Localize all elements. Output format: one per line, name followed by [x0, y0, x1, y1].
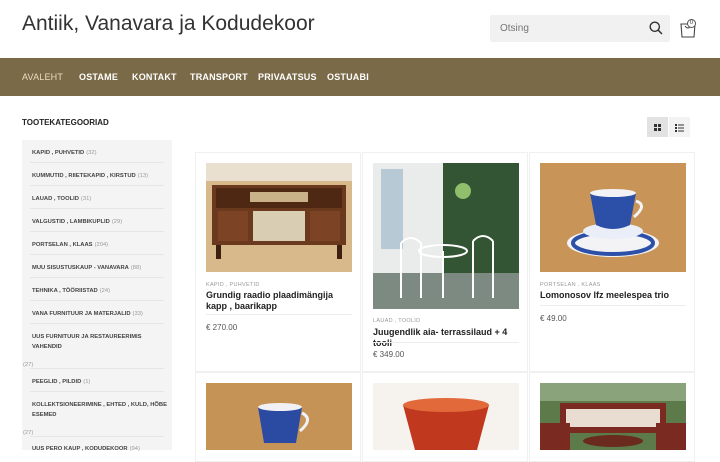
product-category[interactable]: PORTSELAN , KLAAS — [540, 282, 601, 288]
divider — [540, 305, 686, 306]
nav-item-avaleht[interactable]: AVALEHT — [22, 72, 63, 82]
product-title[interactable]: Juugendlik aia- terrassilaud + 4 tooli — [373, 327, 523, 348]
category-label: MUU SISUSTUSKAUP - VANAVARA — [32, 265, 129, 271]
category-label: UUS PERO KAUP , KODUDEKOOR — [32, 446, 128, 452]
category-label: TEHNIKA , TÖÖRIISTAD — [32, 288, 98, 294]
divider — [30, 277, 164, 278]
garden-set-photo — [373, 163, 519, 309]
divider — [30, 323, 164, 324]
category-label: LAUAD , TOOLID — [32, 196, 79, 202]
category-label: VALGUSTID , LAMBIKUPLID — [32, 219, 110, 225]
category-count: (27) — [23, 430, 34, 436]
divider — [30, 300, 164, 301]
divider — [30, 185, 164, 186]
product-image-teacup[interactable] — [206, 383, 352, 450]
category-count: (32) — [86, 150, 97, 156]
product-image-tea-trio[interactable] — [540, 163, 686, 272]
category-count: (1) — [83, 379, 91, 385]
divider — [30, 231, 164, 232]
grid-icon — [654, 124, 661, 131]
category-count: (29) — [111, 219, 123, 225]
product-category[interactable]: KAPID , PUHVETID — [206, 282, 260, 288]
category-sidebar: KAPID , PUHVETID (32) KUMMUTID , RIIETEKA… — [22, 140, 172, 452]
search-icon[interactable] — [649, 21, 663, 35]
tea-trio-photo — [540, 163, 686, 272]
divider — [30, 162, 164, 163]
sidebar-item-kummutid[interactable]: KUMMUTID , RIIETEKAPID , KIRSTUD (13) — [32, 173, 148, 179]
glass-bowl-photo — [373, 383, 519, 450]
sidebar-item-peeglid[interactable]: PEEGLID , PILDID (1) — [32, 379, 90, 385]
categories-heading: TOOTEKATEGOORIAD — [22, 118, 109, 127]
category-label: KAPID , PUHVETID — [32, 150, 85, 156]
divider — [30, 208, 164, 209]
sidebar-item-tehnika[interactable]: TEHNIKA , TÖÖRIISTAD (24) — [32, 288, 110, 294]
category-count: (13) — [137, 173, 149, 179]
sidebar-item-uus-furnituur[interactable]: UUS FURNITUUR JA RESTAUREERIMIS — [32, 334, 142, 340]
radio-cabinet-photo — [206, 163, 352, 272]
category-label: KUMMUTID , RIIETEKAPID , KIRSTUD — [32, 173, 136, 179]
nav-item-privaatsus[interactable]: PRIVAATSUS — [258, 72, 317, 82]
sidebar-item-muu-sisustuskaup[interactable]: MUU SISUSTUSKAUP - VANAVARA (88) — [32, 265, 141, 271]
site-title[interactable]: Antiik, Vanavara ja Kodudekoor — [22, 12, 315, 36]
product-image-garden-set[interactable] — [373, 163, 519, 309]
category-count: (88) — [130, 265, 142, 271]
divider — [30, 254, 164, 255]
category-count: (33) — [132, 311, 143, 317]
main-nav: AVALEHT OSTAME KONTAKT TRANSPORT PRIVAAT… — [0, 58, 720, 96]
product-price: € 49.00 — [540, 314, 567, 323]
sidebar-item-vana-furnituur[interactable]: VANA FURNITUUR JA MATERJALID (33) — [32, 311, 143, 317]
divider — [30, 436, 164, 437]
nav-item-ostuabi[interactable]: OSTUABI — [327, 72, 369, 82]
divider — [30, 368, 164, 369]
list-view-button[interactable] — [669, 117, 690, 137]
product-image-red-glass-bowl[interactable] — [373, 383, 519, 450]
sidebar-item-uus-furnituur-line2[interactable]: VAHENDID — [32, 344, 62, 350]
category-count: (94) — [129, 446, 140, 452]
category-label: PORTSELAN , KLAAS — [32, 242, 93, 248]
grid-view-button[interactable] — [647, 117, 668, 137]
divider — [206, 314, 352, 315]
category-label: PEEGLID , PILDID — [32, 379, 82, 385]
category-count: (24) — [99, 288, 111, 294]
site-header: Antiik, Vanavara ja Kodudekoor 0 — [0, 0, 720, 58]
category-label: UUS FURNITUUR JA RESTAUREERIMIS — [32, 334, 142, 340]
sidebar-item-kapid[interactable]: KAPID , PUHVETID (32) — [32, 150, 97, 156]
sidebar-item-portselan[interactable]: PORTSELAN , KLAAS (204) — [32, 242, 108, 248]
divider — [373, 342, 519, 343]
cart-count-badge: 0 — [687, 19, 696, 28]
divider — [30, 391, 164, 392]
category-label: KOLLEKTSIONEERIMINE , EHTED , KULD, HÕBE — [32, 402, 167, 408]
category-label: VANA FURNITUUR JA MATERJALID — [32, 311, 131, 317]
product-price: € 270.00 — [206, 323, 238, 332]
search-input[interactable] — [490, 15, 640, 42]
sidebar-item-valgustid[interactable]: VALGUSTID , LAMBIKUPLID (29) — [32, 219, 122, 225]
sidebar-item-kollektsioneerimine[interactable]: KOLLEKTSIONEERIMINE , EHTED , KULD, HÕBE — [32, 402, 167, 408]
sidebar-item-lauad[interactable]: LAUAD , TOOLID (31) — [32, 196, 91, 202]
category-count: (31) — [80, 196, 92, 202]
nav-item-kontakt[interactable]: KONTAKT — [132, 72, 177, 82]
sidebar-item-kollektsioneerimine-line2[interactable]: ESEMED — [32, 412, 56, 418]
product-image-radio-cabinet[interactable] — [206, 163, 352, 272]
list-icon — [675, 124, 684, 132]
teacup-photo — [206, 383, 352, 450]
product-price: € 349.00 — [373, 350, 405, 359]
search-box — [490, 15, 670, 42]
product-title[interactable]: Grundig raadio plaadimängija kapp , baar… — [206, 290, 356, 311]
category-count: (27) — [23, 362, 34, 368]
sidebar-item-uus-pero-kaup[interactable]: UUS PERO KAUP , KODUDEKOOR (94) — [32, 446, 140, 452]
nav-item-transport[interactable]: TRANSPORT — [190, 72, 248, 82]
category-count: (204) — [94, 242, 109, 248]
product-category[interactable]: LAUAD , TOOLID — [373, 318, 420, 324]
product-image-sofa-set[interactable] — [540, 383, 686, 450]
sofa-set-photo — [540, 383, 686, 450]
nav-item-ostame[interactable]: OSTAME — [79, 72, 118, 82]
product-title[interactable]: Lomonosov lfz meelespea trio — [540, 290, 690, 301]
